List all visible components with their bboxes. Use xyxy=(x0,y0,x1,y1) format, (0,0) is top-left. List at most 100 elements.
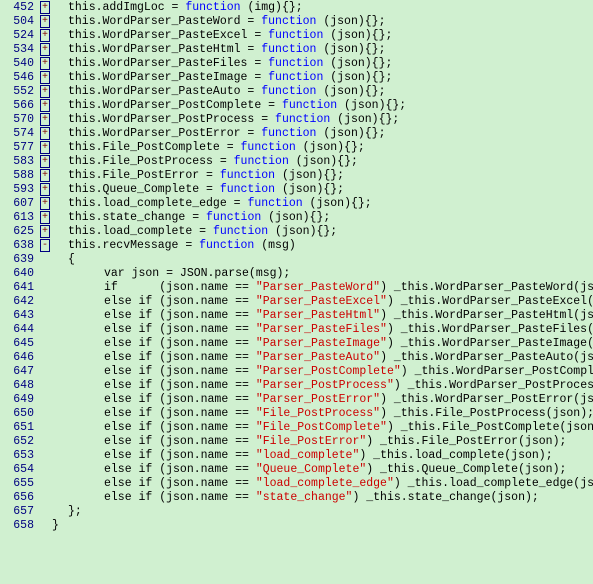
code-token: ) _this.Queue_Complete(json); xyxy=(366,463,566,476)
code-line: 650else if (json.name == "File_PostProce… xyxy=(0,406,593,420)
code-token: ) _this.File_PostProcess(json); xyxy=(380,407,593,420)
code-token: "File_PostComplete" xyxy=(256,421,387,434)
code-token: this.WordParser_PasteExcel = xyxy=(68,29,268,42)
code-content: this.WordParser_PasteFiles = function (j… xyxy=(52,57,593,70)
code-token: ) _this.WordParser_PostError(json); xyxy=(380,393,593,406)
line-number: 657 xyxy=(0,505,38,518)
expander-icon[interactable] xyxy=(38,112,52,126)
code-token: ) _this.WordParser_PostComplete(json); xyxy=(401,365,593,378)
expander-icon[interactable] xyxy=(38,140,52,154)
code-content: this.addImgLoc = function (img){}; xyxy=(52,1,593,14)
code-line: 504this.WordParser_PasteWord = function … xyxy=(0,14,593,28)
code-token: } xyxy=(52,519,59,532)
code-line: 577this.File_PostComplete = function (js… xyxy=(0,140,593,154)
code-token: (json){}; xyxy=(316,127,385,140)
code-token: function xyxy=(268,57,323,70)
code-token: this.addImgLoc = xyxy=(68,1,185,14)
line-number: 638 xyxy=(0,239,38,252)
code-content: this.File_PostProcess = function (json){… xyxy=(52,155,593,168)
code-token: else if (json.name == xyxy=(104,309,256,322)
line-number: 641 xyxy=(0,281,38,294)
expander-icon[interactable] xyxy=(38,42,52,56)
expander-icon xyxy=(38,350,52,364)
code-content: else if (json.name == "File_PostError") … xyxy=(52,435,593,448)
code-line: 546 this.WordParser_PasteImage = function… xyxy=(0,70,593,84)
code-token: this.File_PostProcess = xyxy=(68,155,234,168)
code-line: 638 this.recvMessage = function (msg) xyxy=(0,238,593,252)
line-number: 574 xyxy=(0,127,38,140)
code-content: this.recvMessage = function (msg) xyxy=(52,239,593,252)
expander-icon[interactable] xyxy=(38,168,52,182)
code-line: 648else if (json.name == "Parser_PostPro… xyxy=(0,378,593,392)
code-content: this.WordParser_PasteExcel = function (j… xyxy=(52,29,593,42)
code-token: ) _this.load_complete(json); xyxy=(359,449,552,462)
expander-icon[interactable] xyxy=(38,98,52,112)
code-content: this.WordParser_PostError = function (js… xyxy=(52,127,593,140)
code-line: 653else if (json.name == "load_complete"… xyxy=(0,448,593,462)
code-line: 574 this.WordParser_PostError = function … xyxy=(0,126,593,140)
code-token: "Parser_PasteAuto" xyxy=(256,351,380,364)
expander-icon[interactable] xyxy=(38,0,52,14)
code-token: ) _this.File_PostComplete(json); xyxy=(387,421,593,434)
code-token: (json){}; xyxy=(323,71,392,84)
code-content: else if (json.name == "Parser_PostComple… xyxy=(52,365,593,378)
code-token: "Parser_PasteFiles" xyxy=(256,323,387,336)
code-token: function xyxy=(220,169,275,182)
expander-icon[interactable] xyxy=(38,238,52,252)
code-line: 583this.File_PostProcess = function (jso… xyxy=(0,154,593,168)
code-line: 625this.load_complete = function (json){… xyxy=(0,224,593,238)
code-token: "Queue_Complete" xyxy=(256,463,366,476)
code-line: 654else if (json.name == "Queue_Complete… xyxy=(0,462,593,476)
code-content: this.Queue_Complete = function (json){}; xyxy=(52,183,593,196)
code-line: 607this.load_complete_edge = function (j… xyxy=(0,196,593,210)
expander-icon[interactable] xyxy=(38,70,52,84)
code-content: { xyxy=(52,253,593,266)
code-line: 657}; xyxy=(0,504,593,518)
code-token: var json = JSON.parse(msg); xyxy=(104,267,290,280)
code-content: else if (json.name == "Parser_PasteFiles… xyxy=(52,323,593,336)
line-number: 644 xyxy=(0,323,38,336)
line-number: 546 xyxy=(0,71,38,84)
expander-icon[interactable] xyxy=(38,28,52,42)
code-token: "Parser_PasteWord" xyxy=(256,281,380,294)
expander-icon[interactable] xyxy=(38,154,52,168)
code-line: 641if (json.name == "Parser_PasteWord") … xyxy=(0,280,593,294)
code-content: else if (json.name == "Parser_PasteAuto"… xyxy=(52,351,593,364)
code-content: this.WordParser_PasteImage = function (j… xyxy=(52,71,593,84)
expander-icon[interactable] xyxy=(38,210,52,224)
expander-icon[interactable] xyxy=(38,126,52,140)
line-number: 640 xyxy=(0,267,38,280)
expander-icon[interactable] xyxy=(38,182,52,196)
code-line: 524this.WordParser_PasteExcel = function… xyxy=(0,28,593,42)
code-token: ) _this.WordParser_PasteWord(json); xyxy=(380,281,593,294)
code-token: "state_change" xyxy=(256,491,353,504)
expander-icon[interactable] xyxy=(38,14,52,28)
code-token: this.load_complete = xyxy=(68,225,213,238)
code-content: else if (json.name == "Parser_PasteImage… xyxy=(52,337,593,350)
code-token: }; xyxy=(68,505,82,518)
code-token: ) _this.WordParser_PostProcess(json); xyxy=(394,379,593,392)
code-token: else if (json.name == xyxy=(104,351,256,364)
code-content: this.state_change = function (json){}; xyxy=(52,211,593,224)
expander-icon[interactable] xyxy=(38,196,52,210)
code-token: function xyxy=(185,1,240,14)
code-line: 642else if (json.name == "Parser_PasteEx… xyxy=(0,294,593,308)
code-content: this.WordParser_PasteAuto = function (js… xyxy=(52,85,593,98)
code-token: (json){}; xyxy=(261,211,330,224)
expander-icon[interactable] xyxy=(38,224,52,238)
code-token: function xyxy=(268,29,323,42)
code-line: 540this.WordParser_PasteFiles = function… xyxy=(0,56,593,70)
line-number: 577 xyxy=(0,141,38,154)
code-token: ) _this.WordParser_PasteAuto(json); xyxy=(380,351,593,364)
expander-icon[interactable] xyxy=(38,56,52,70)
code-token: ) _this.state_change(json); xyxy=(352,491,538,504)
code-token: (msg) xyxy=(254,239,295,252)
code-token: (json){}; xyxy=(323,29,392,42)
line-number: 652 xyxy=(0,435,38,448)
code-token: (json){}; xyxy=(323,57,392,70)
code-token: else if (json.name == xyxy=(104,393,256,406)
line-number: 654 xyxy=(0,463,38,476)
code-token: else if (json.name == xyxy=(104,295,256,308)
code-token: this.WordParser_PasteAuto = xyxy=(68,85,261,98)
expander-icon[interactable] xyxy=(38,84,52,98)
